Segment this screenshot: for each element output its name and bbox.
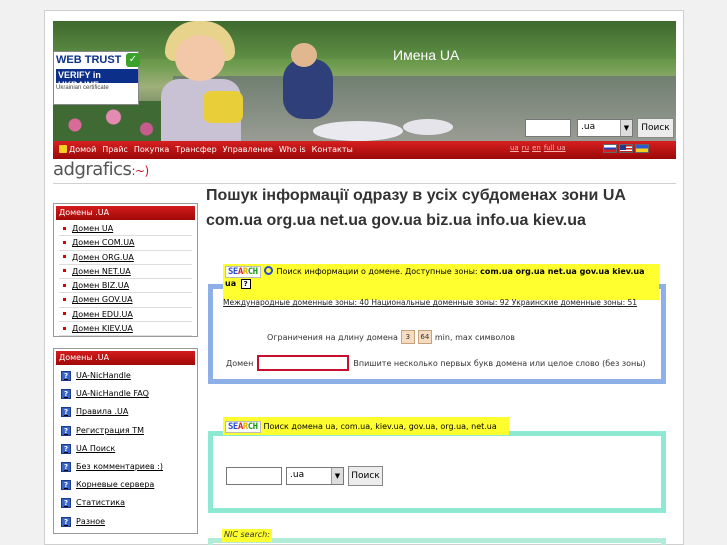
sidebar-link-com-ua[interactable]: Домен COM.UA bbox=[59, 236, 192, 251]
zones-counts[interactable]: Международные доменные зоны: 40 Национал… bbox=[223, 298, 637, 307]
banner-photo bbox=[175, 35, 225, 81]
domain-search-input[interactable] bbox=[226, 467, 282, 485]
chevron-down-icon: ▼ bbox=[331, 468, 343, 484]
lang-ua[interactable]: ua bbox=[510, 144, 519, 152]
sidebar-link-org-ua[interactable]: Домен ORG.UA bbox=[59, 251, 192, 265]
domain-label: Домен bbox=[226, 358, 254, 368]
sidebar-link-net-ua[interactable]: Домен NET.UA bbox=[59, 265, 192, 280]
length-limits: Ограничения на длину домена 3 64 min, ma… bbox=[267, 330, 515, 344]
page-container: WEB TRUST ✓ VERIFY in UKRAINE Ukrainian … bbox=[44, 10, 684, 545]
nav-manage[interactable]: Управление bbox=[223, 145, 273, 154]
help-icon: ? bbox=[61, 407, 71, 418]
flag-ua-icon[interactable] bbox=[635, 144, 649, 153]
sidebar-link-nichandle[interactable]: ? UA-NicHandle bbox=[59, 367, 192, 385]
help-icon: ? bbox=[61, 371, 71, 382]
lang-en[interactable]: en bbox=[532, 144, 541, 152]
header-banner: WEB TRUST ✓ VERIFY in UKRAINE Ukrainian … bbox=[53, 21, 676, 141]
home-icon bbox=[59, 145, 67, 153]
help-icon: ? bbox=[61, 462, 71, 473]
sidebar-link-misc[interactable]: ? Разное bbox=[59, 513, 192, 531]
nav-purchase[interactable]: Покупка bbox=[134, 145, 169, 154]
help-icon: ? bbox=[61, 425, 71, 436]
sidebar-box-title: Домены .UA bbox=[56, 206, 195, 220]
nav-contacts[interactable]: Контакты bbox=[312, 145, 353, 154]
lang-ru[interactable]: ru bbox=[522, 144, 529, 152]
sidebar-link-ua-search[interactable]: ? UA Поиск bbox=[59, 440, 192, 458]
sidebar-link-tm[interactable]: ? Регистрация TM bbox=[59, 422, 192, 440]
section2-header: SEARCH Поиск домена ua, com.ua, kiev.ua, … bbox=[223, 417, 509, 435]
domain-search-button[interactable]: Поиск bbox=[348, 466, 383, 486]
banner-flowers bbox=[53, 101, 163, 141]
flag-us-icon[interactable] bbox=[619, 144, 633, 153]
web-trust-badge[interactable]: WEB TRUST ✓ VERIFY in UKRAINE Ukrainian … bbox=[53, 51, 140, 105]
sidebar-link-no-comments[interactable]: ? Без комментариев :) bbox=[59, 458, 192, 476]
help-icon: ? bbox=[61, 480, 71, 491]
sidebar-box-info: Домены .UA ? UA-NicHandle ? UA-NicHandle F… bbox=[53, 348, 198, 534]
flag-links bbox=[603, 144, 649, 153]
nic-search-title: NIC search: bbox=[222, 529, 272, 542]
chevron-down-icon: ▼ bbox=[620, 120, 632, 136]
main-nav: Домой Прайс Покупка Трансфер Управление … bbox=[53, 141, 676, 159]
adgrafics-logo[interactable]: adgrafics:~) bbox=[53, 159, 149, 180]
check-icon: ✓ bbox=[126, 53, 140, 67]
sidebar-link-nichandle-faq[interactable]: ? UA-NicHandle FAQ bbox=[59, 385, 192, 403]
domain-search-row: .ua ▼ Поиск bbox=[226, 466, 383, 486]
domain-row: Домен Впишите несколько первых букв доме… bbox=[226, 355, 646, 371]
search-logo: SEARCH bbox=[225, 266, 261, 278]
zone-select[interactable]: .ua ▼ bbox=[286, 467, 344, 485]
help-icon: ? bbox=[61, 516, 71, 527]
nav-home[interactable]: Домой bbox=[59, 145, 96, 154]
magnifier-icon bbox=[263, 266, 273, 275]
site-title: Имена UA bbox=[393, 47, 460, 63]
sidebar-link-edu-ua[interactable]: Домен EDU.UA bbox=[59, 308, 192, 323]
sidebar-box-title: Домены .UA bbox=[56, 351, 195, 365]
min-length: 3 bbox=[400, 330, 415, 344]
sidebar-link-biz-ua[interactable]: Домен BIZ.UA bbox=[59, 279, 192, 294]
sidebar-box-domains: Домены .UA Домен UA Домен COM.UA Домен O… bbox=[53, 203, 198, 337]
search-logo: SEARCH bbox=[225, 421, 261, 433]
flag-ru-icon[interactable] bbox=[603, 144, 617, 153]
nav-price[interactable]: Прайс bbox=[102, 145, 128, 154]
nav-transfer[interactable]: Трансфер bbox=[175, 145, 216, 154]
page-title: Пошук інформації одразу в усіх субдомена… bbox=[206, 183, 676, 233]
header-search-input[interactable] bbox=[525, 119, 571, 137]
sidebar-link-gov-ua[interactable]: Домен GOV.UA bbox=[59, 293, 192, 308]
sidebar-link-rules[interactable]: ? Правила .UA bbox=[59, 403, 192, 421]
language-links: ua ru en full ua bbox=[510, 144, 566, 152]
domain-input[interactable] bbox=[257, 355, 350, 371]
sidebar-link-root-servers[interactable]: ? Корневые сервера bbox=[59, 476, 192, 494]
nic-search-box bbox=[208, 538, 666, 545]
domain-hint: Впишите несколько первых букв домена или… bbox=[353, 358, 646, 368]
max-length: 64 bbox=[417, 330, 432, 344]
help-icon: ? bbox=[61, 498, 71, 509]
header-search-button[interactable]: Поиск bbox=[637, 118, 674, 138]
sidebar-link-stats[interactable]: ? Статистика bbox=[59, 494, 192, 512]
header-zone-select[interactable]: .ua ▼ bbox=[577, 119, 633, 137]
sidebar-link-ua[interactable]: Домен UA bbox=[59, 222, 192, 237]
section1-header: SEARCH Поиск информации о домене. Доступн… bbox=[223, 264, 659, 300]
lang-full-ua[interactable]: full ua bbox=[544, 144, 566, 152]
sidebar-link-kiev-ua[interactable]: Домен KIEV.UA bbox=[59, 322, 192, 337]
zones-heading: com.ua org.ua net.ua gov.ua biz.ua info.… bbox=[206, 212, 586, 229]
help-icon[interactable]: ? bbox=[240, 279, 251, 289]
nav-whois[interactable]: Who is bbox=[279, 145, 306, 154]
help-icon: ? bbox=[61, 443, 71, 454]
help-icon: ? bbox=[61, 389, 71, 400]
